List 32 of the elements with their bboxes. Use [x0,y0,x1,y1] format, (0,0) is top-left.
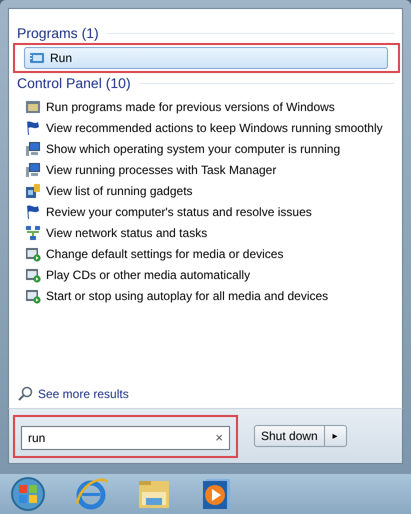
control-panel-item[interactable]: Start or stop using autoplay for all media and devices [17,285,394,306]
clear-button[interactable]: × [215,430,223,445]
monitor-icon [25,140,41,156]
section-heading: Programs (1) [17,25,99,41]
flag-icon [25,204,41,220]
browser-icon[interactable] [73,476,109,512]
network-icon [25,224,41,240]
control-panel-item[interactable]: View recommended actions to keep Windows running smoothly [17,117,394,138]
control-panel-item[interactable]: View network status and tasks [17,222,394,243]
start-orb-icon[interactable] [10,476,46,512]
media-icon [25,246,41,262]
control-panel-item[interactable]: Review your computer's status and resolve issues [17,201,394,222]
control-panel-item[interactable]: View list of running gadgets [17,180,394,201]
section-heading: Control Panel (10) [17,75,131,91]
shut-down-button[interactable]: Shut down [254,425,325,447]
search-icon [17,386,33,402]
control-panel-item[interactable]: Change default settings for media or devices [17,243,394,264]
shut-down-options-button[interactable]: ▸ [324,425,347,447]
control-panel-item[interactable]: Run programs made for previous versions of Windows [17,96,394,117]
control-panel-item[interactable]: Play CDs or other media automatically [17,264,394,285]
program-item[interactable]: Run [24,47,388,69]
see-more-results-link[interactable]: See more results [17,386,129,402]
flag-icon [25,120,41,136]
media-icon [25,266,41,282]
search-field[interactable]: run × [21,426,230,450]
control-panel-item[interactable]: Show which operating system your computer is running [17,138,394,159]
run-icon [29,50,45,66]
gadgets-icon [25,182,41,198]
media-icon [25,288,41,304]
control-panel-item[interactable]: View running processes with Task Manager [17,159,394,180]
window-icon [25,98,41,114]
monitor-icon [25,162,41,178]
